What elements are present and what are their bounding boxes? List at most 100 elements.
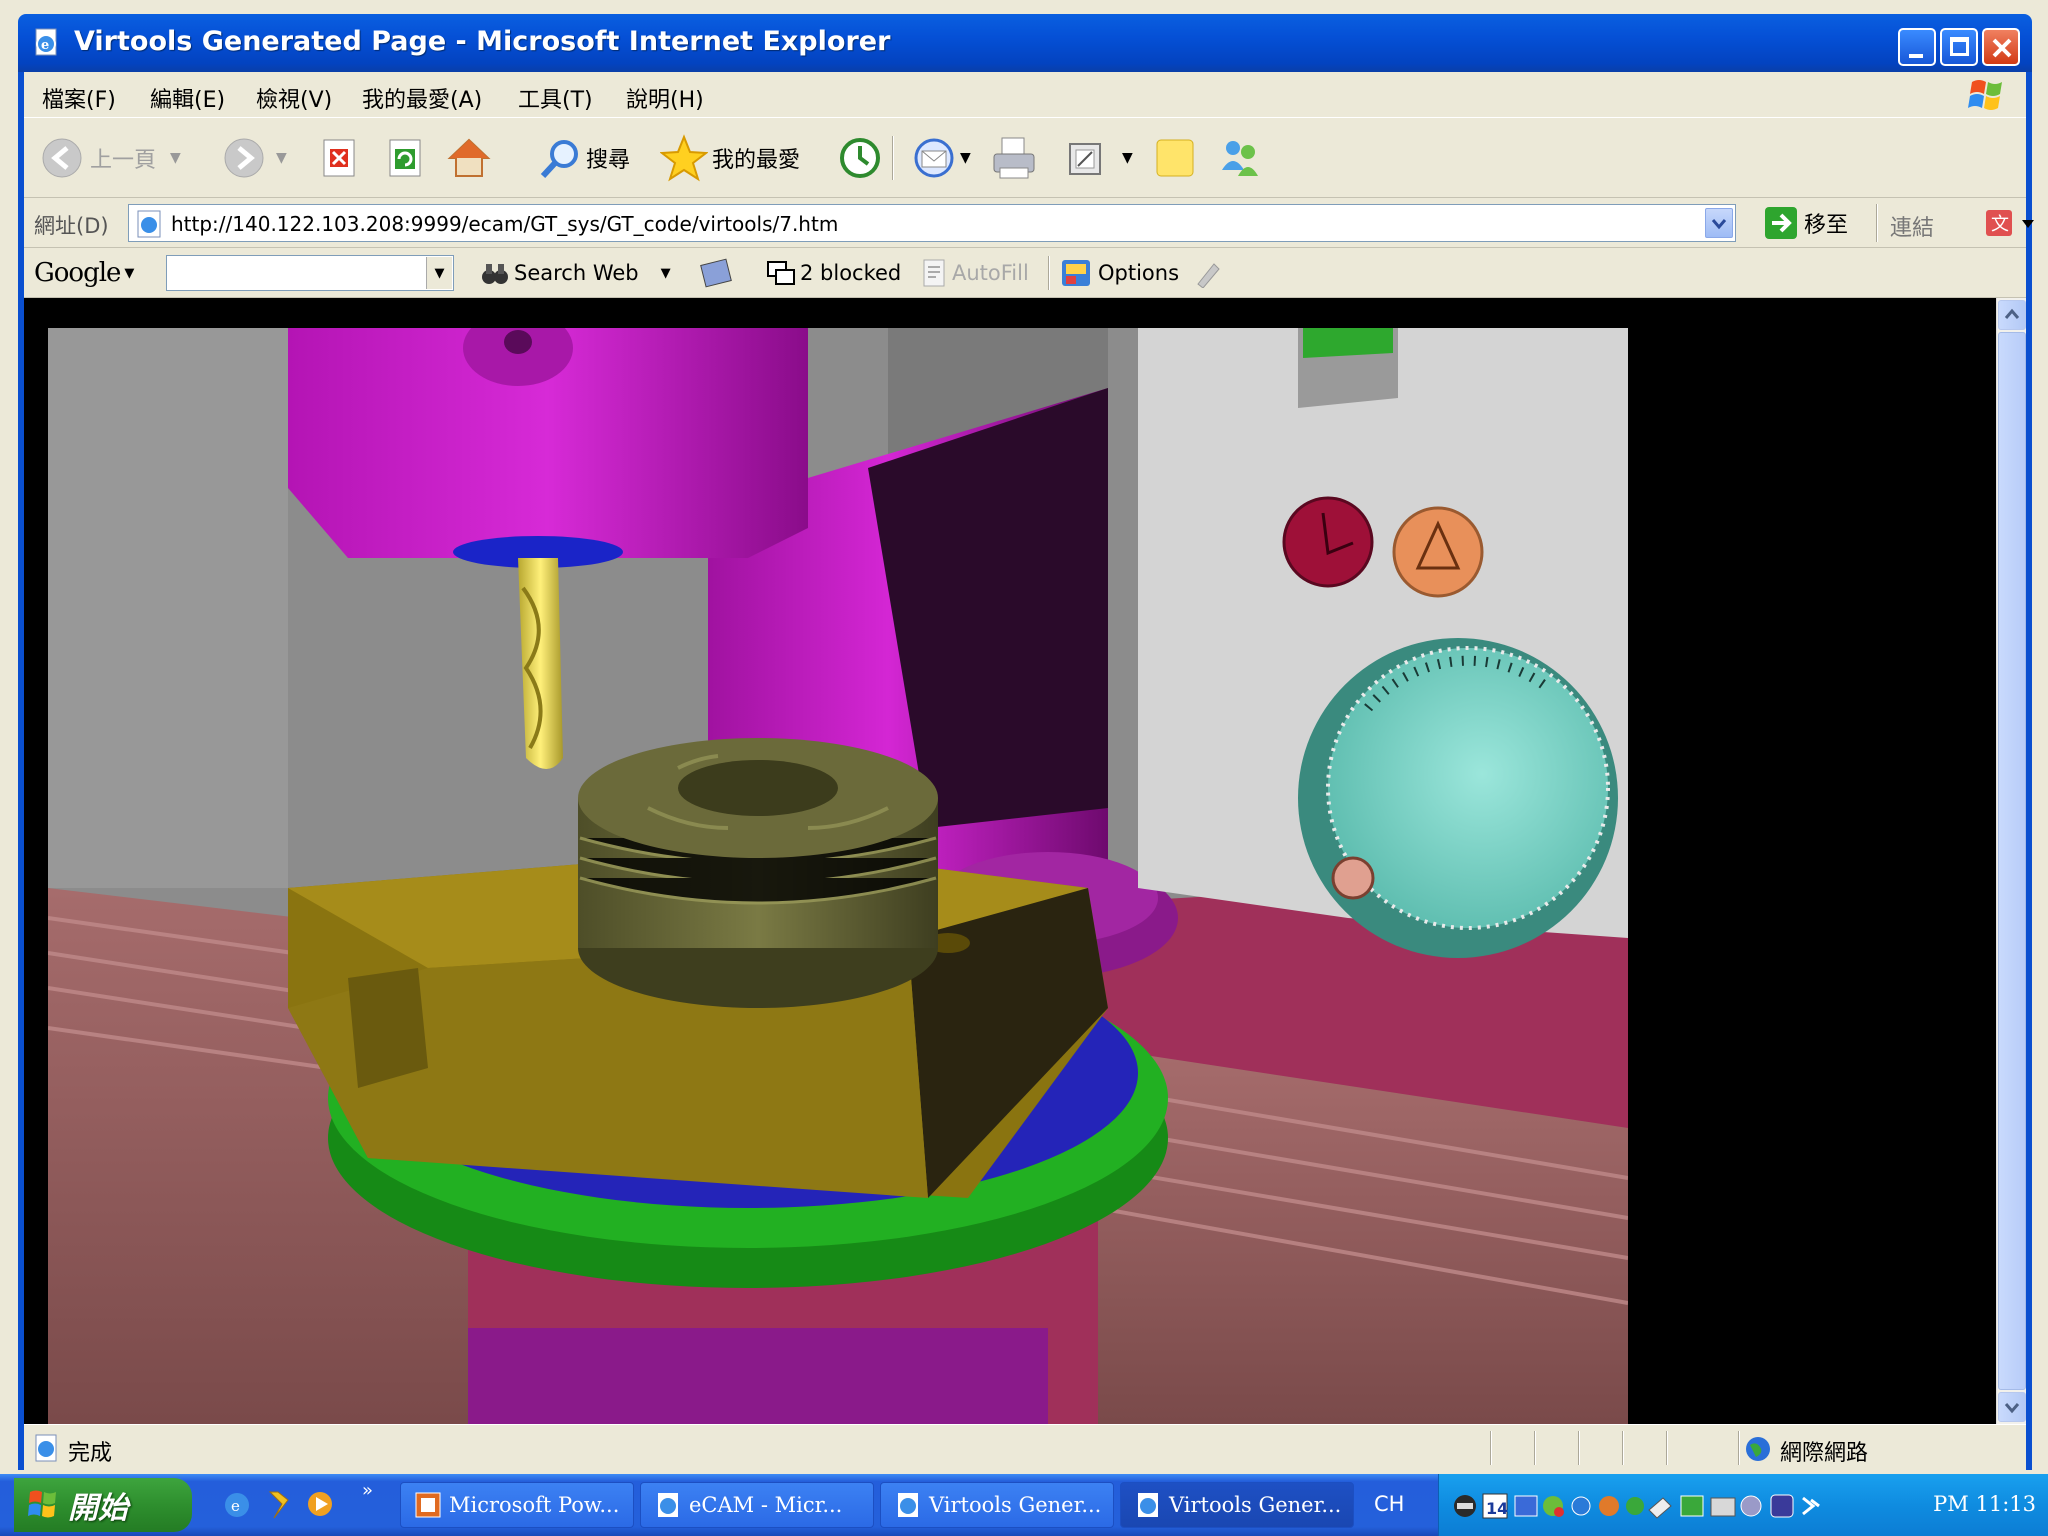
history-button[interactable] xyxy=(838,133,882,183)
address-separator xyxy=(1876,204,1878,242)
address-input[interactable]: http://140.122.103.208:9999/ecam/GT_sys/… xyxy=(128,204,1736,242)
back-button[interactable]: 上一頁 ▼ xyxy=(40,133,181,183)
handwheel-crank xyxy=(1331,856,1375,900)
window-title: Virtools Generated Page - Microsoft Inte… xyxy=(74,26,891,57)
back-arrow-icon xyxy=(42,138,82,178)
options-button[interactable]: Options xyxy=(1060,256,1179,290)
menu-tools[interactable]: 工具(T) xyxy=(518,82,593,114)
google-dropdown-icon: ▼ xyxy=(124,265,135,281)
status-divider xyxy=(1622,1431,1624,1465)
links-button[interactable]: 連結 xyxy=(1890,210,1934,242)
favorites-button[interactable]: 我的最愛 xyxy=(660,133,800,183)
standard-toolbar: 上一頁 ▼ ▼ 搜尋 我的最愛 ▼ ▼ xyxy=(24,118,2026,198)
scroll-down-button[interactable] xyxy=(1998,1392,2026,1422)
chevron-down-icon xyxy=(2004,1403,2020,1414)
close-button[interactable] xyxy=(1982,28,2020,66)
start-button[interactable]: 開始 xyxy=(14,1478,192,1532)
address-label: 網址(D) xyxy=(34,214,109,238)
search-web-button[interactable]: Search Web ▼ xyxy=(480,256,671,290)
forward-button[interactable]: ▼ xyxy=(222,133,287,183)
windows-flag-icon xyxy=(1968,80,2002,110)
ie-icon xyxy=(658,1493,678,1517)
taskbar: 開始 e » Microsoft Pow... eCAM - Micr... V… xyxy=(0,1474,2048,1536)
autofill-button[interactable]: AutoFill xyxy=(920,256,1029,290)
task-virtools-1[interactable]: Virtools Gener... xyxy=(880,1482,1114,1528)
highlight-button[interactable] xyxy=(1192,256,1222,290)
messenger-icon xyxy=(1222,141,1258,176)
status-bar: 完成 網際網路 xyxy=(24,1424,2026,1470)
windows-flag-icon xyxy=(28,1490,56,1518)
popup-blocker-icon xyxy=(767,261,795,285)
language-indicator[interactable]: CH xyxy=(1374,1492,1404,1516)
history-icon xyxy=(840,138,880,178)
refresh-button[interactable] xyxy=(386,133,426,183)
google-search-input[interactable]: ▼ xyxy=(166,255,454,291)
google-search-dropdown[interactable]: ▼ xyxy=(426,257,452,289)
status-text: 完成 xyxy=(68,1441,113,1466)
task-virtools-2[interactable]: Virtools Gener... xyxy=(1120,1482,1354,1528)
translate-icon[interactable]: 文 xyxy=(1982,206,2038,240)
workpiece-bore xyxy=(678,760,838,816)
chevron-down-icon xyxy=(1711,219,1727,230)
panel-green-button xyxy=(1303,328,1393,358)
menu-help[interactable]: 說明(H) xyxy=(626,82,704,114)
task-powerpoint[interactable]: Microsoft Pow... xyxy=(400,1482,634,1528)
news-button[interactable] xyxy=(700,256,734,290)
status-divider xyxy=(1738,1431,1740,1465)
status-divider xyxy=(1490,1431,1492,1465)
window-border-right xyxy=(2026,72,2032,1470)
page-content xyxy=(24,298,1996,1424)
status-divider xyxy=(1534,1431,1536,1465)
menu-view[interactable]: 檢視(V) xyxy=(256,82,332,114)
globe-icon xyxy=(1746,1437,1770,1461)
clock: PM 11:13 xyxy=(1933,1492,2036,1516)
google-logo-button[interactable]: Google ▼ xyxy=(34,256,134,290)
security-zone: 網際網路 xyxy=(1780,1441,1869,1466)
player-quicklaunch-icon[interactable] xyxy=(304,1488,336,1520)
status-divider xyxy=(1666,1431,1668,1465)
edit-button[interactable]: ▼ xyxy=(1064,133,1133,183)
address-bar: 網址(D) http://140.122.103.208:9999/ecam/G… xyxy=(24,198,2034,248)
scroll-up-button[interactable] xyxy=(1998,300,2026,330)
menu-edit[interactable]: 編輯(E) xyxy=(150,82,225,114)
task-ecam[interactable]: eCAM - Micr... xyxy=(640,1482,874,1528)
virtools-3d-viewport[interactable] xyxy=(48,328,1628,1424)
vise-slot xyxy=(348,968,428,1088)
vertical-scrollbar[interactable] xyxy=(1996,298,2026,1424)
chevron-up-icon xyxy=(2004,308,2020,319)
ie-window: e Virtools Generated Page - Microsoft In… xyxy=(0,0,2048,1536)
options-icon xyxy=(1062,260,1090,286)
google-separator xyxy=(1048,256,1050,290)
mail-button[interactable]: ▼ xyxy=(912,133,971,183)
ie-quicklaunch-icon[interactable]: e xyxy=(222,1490,252,1520)
home-button[interactable] xyxy=(444,133,494,183)
search-web-dropdown-icon[interactable]: ▼ xyxy=(661,266,671,281)
edit-page-icon xyxy=(1069,143,1101,175)
refresh-icon xyxy=(389,139,421,177)
powerpoint-icon xyxy=(415,1492,441,1518)
forward-dropdown-icon[interactable]: ▼ xyxy=(276,150,287,166)
scroll-thumb[interactable] xyxy=(1998,332,2026,1390)
search-button[interactable]: 搜尋 xyxy=(538,133,630,183)
stop-icon xyxy=(323,139,355,177)
back-dropdown-icon[interactable]: ▼ xyxy=(170,150,181,166)
binoculars-icon xyxy=(482,264,508,284)
quicklaunch-chevron-icon[interactable]: » xyxy=(362,1480,373,1501)
popup-blocker-button[interactable]: 2 blocked xyxy=(766,256,901,290)
print-button[interactable] xyxy=(990,133,1038,183)
mail-dropdown-icon[interactable]: ▼ xyxy=(960,150,971,166)
title-bar[interactable]: e Virtools Generated Page - Microsoft In… xyxy=(18,14,2032,72)
minimize-button[interactable] xyxy=(1898,28,1936,66)
maximize-button[interactable] xyxy=(1940,28,1978,66)
ie-icon xyxy=(1138,1493,1158,1517)
edit-dropdown-icon[interactable]: ▼ xyxy=(1122,150,1133,166)
menu-favorites[interactable]: 我的最愛(A) xyxy=(362,82,482,114)
menu-file[interactable]: 檔案(F) xyxy=(42,82,116,114)
discuss-button[interactable] xyxy=(1152,133,1198,183)
ie-page-icon: e xyxy=(35,28,57,56)
go-button[interactable]: 移至 xyxy=(1764,206,1848,240)
messenger-button[interactable] xyxy=(1216,133,1264,183)
address-dropdown-button[interactable] xyxy=(1705,208,1733,238)
media-quicklaunch-icon[interactable] xyxy=(262,1488,294,1520)
stop-button[interactable] xyxy=(320,133,360,183)
